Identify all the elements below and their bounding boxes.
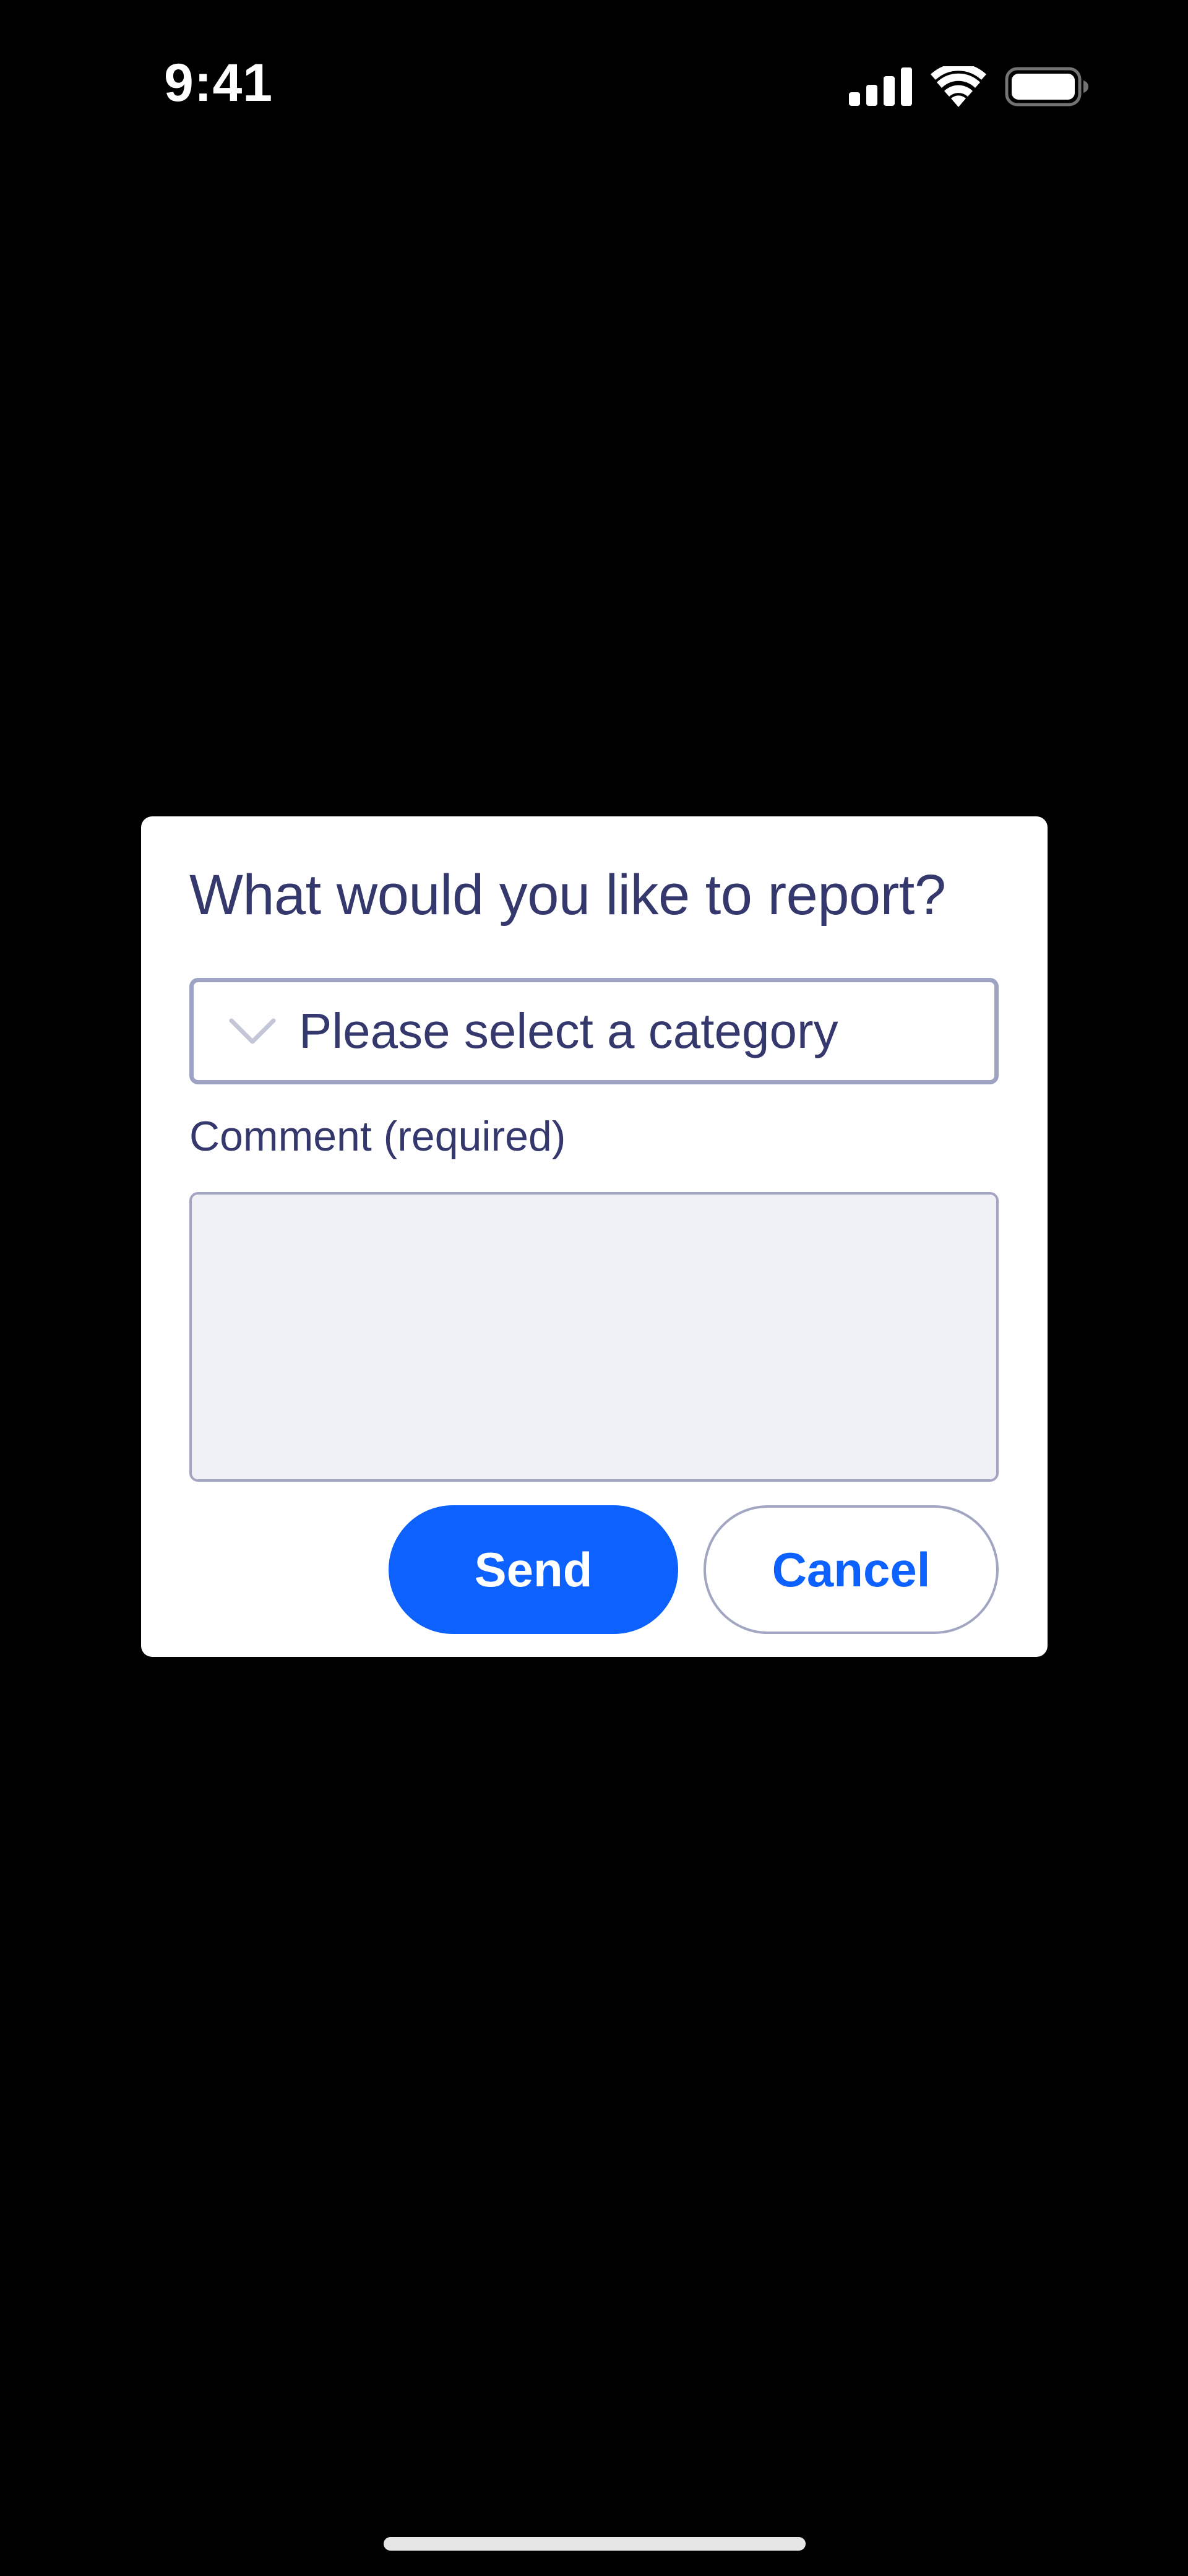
category-select[interactable]: Please select a category [189,978,999,1084]
report-dialog: What would you like to report? Please se… [141,816,1048,1657]
chevron-down-icon [228,1016,277,1047]
category-select-value: Please select a category [299,1003,838,1058]
status-time: 9:41 [164,53,273,113]
status-icons [849,65,1089,108]
comment-field[interactable] [189,1192,999,1482]
comment-label: Comment (required) [189,1113,566,1160]
status-bar: 9:41 [0,0,1188,179]
home-indicator[interactable] [384,2537,806,2551]
battery-icon [1005,67,1089,106]
cellular-signal-icon [849,67,912,106]
wifi-icon [931,66,986,107]
send-button[interactable]: Send [389,1505,678,1634]
cancel-button[interactable]: Cancel [704,1505,999,1634]
dialog-title: What would you like to report? [189,863,946,927]
